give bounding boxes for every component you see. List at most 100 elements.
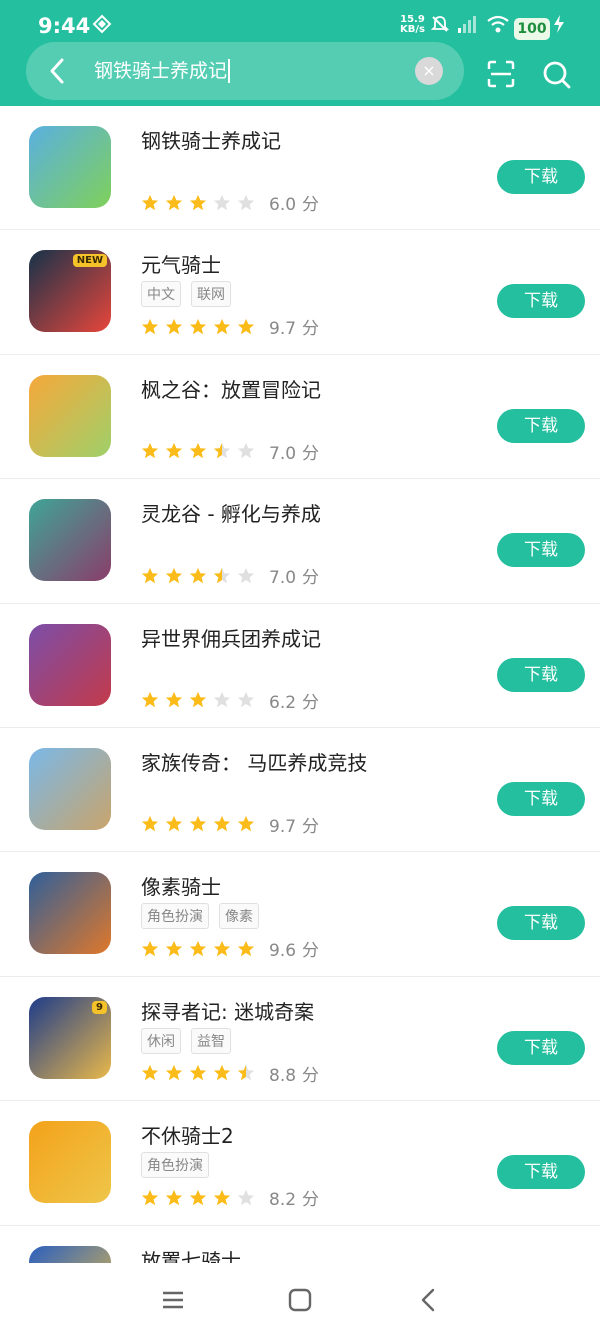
score-unit: 分 [302,319,320,340]
star-icon [213,940,231,957]
star-icon [141,443,159,459]
app-name[interactable]: 像素骑士 [141,871,221,900]
star-icon [141,318,159,335]
star-icon [189,940,207,957]
search-input[interactable]: 钢铁骑士养成记 [94,59,231,83]
star-half-icon [213,567,231,583]
app-row[interactable]: 枫之谷：放置冒险记 7.0 分 下载 [0,355,600,480]
app-score: 9.7 分 [269,812,319,837]
app-name[interactable]: 钢铁骑士养成记 [141,125,281,154]
app-row[interactable]: 异世界佣兵团养成记 6.2 分 下载 [0,604,600,728]
app-icon[interactable] [29,872,111,955]
app-score: 9.7 分 [269,314,319,339]
app-name[interactable]: 放置七骑士 [141,1245,241,1263]
star-icon [165,816,183,832]
star-icon [213,1065,231,1081]
status-time: 9:44 [38,14,91,38]
app-icon[interactable]: 9 [29,996,111,1079]
star-icon [189,691,207,708]
menu-icon[interactable] [160,1287,186,1313]
app-score: 8.8 分 [269,1061,319,1086]
score-unit: 分 [302,1190,320,1211]
clear-icon[interactable]: × [415,57,443,85]
back-icon[interactable] [44,56,72,86]
score-value: 6.0 [269,195,297,215]
star-icon [165,194,183,210]
download-button[interactable]: 下载 [497,657,585,692]
app-row[interactable]: 不休骑士2 角色扮演 8.2 分 下载 [0,1101,600,1226]
app-name[interactable]: 灵龙谷 - 孵化与养成 [141,498,321,527]
app-row[interactable]: 9 探寻者记: 迷城奇案 休闲 益智 8.8 分 下载 [0,977,600,1102]
battery-level: 100 [514,18,550,40]
download-button[interactable]: 下载 [497,284,585,319]
app-icon[interactable] [29,126,111,208]
app-icon[interactable] [29,623,111,706]
app-tag: 中文 [141,281,181,308]
app-icon[interactable] [29,1245,111,1263]
star-empty-icon [237,443,255,459]
score-unit: 分 [302,568,320,589]
app-icon[interactable] [29,499,111,582]
score-unit: 分 [302,195,320,215]
app-row[interactable]: 灵龙谷 - 孵化与养成 7.0 分 下载 [0,479,600,604]
star-icon [213,816,231,832]
star-half-icon [237,1065,255,1081]
search-results-list: 钢铁骑士养成记 6.0 分下载 NEW 元气骑士 中文 联网 9.7 分下载 枫之谷：放置冒险记 7… [0,106,600,1263]
app-icon[interactable]: NEW [29,250,111,333]
app-name[interactable]: 异世界佣兵团养成记 [141,623,321,652]
download-button[interactable]: 下载 [497,408,585,443]
score-unit: 分 [302,443,320,464]
star-icon [189,318,207,335]
scan-icon[interactable] [487,60,515,88]
status-bar: 9:44 15.9 KB/s 100 [0,0,600,42]
nav-back-icon[interactable] [416,1287,442,1313]
star-icon [189,1065,207,1081]
score-value: 9.6 [269,941,297,962]
download-button[interactable]: 下载 [497,906,585,941]
score-unit: 分 [302,692,320,713]
star-icon [165,318,183,335]
top-bar: 9:44 15.9 KB/s 100 钢铁骑士养成记 × [0,0,600,106]
app-tag: 像素 [219,903,259,930]
app-tag: 益智 [191,1027,231,1054]
app-rating: 8.8 分 [141,1061,319,1086]
app-score: 9.6 分 [269,936,319,961]
app-icon[interactable] [29,1121,111,1204]
score-value: 7.0 [269,568,297,589]
app-name[interactable]: 家族传奇： 马匹养成竞技 [141,747,367,776]
app-tag: 休闲 [141,1027,181,1054]
home-icon[interactable] [287,1287,313,1313]
download-button[interactable]: 下载 [497,781,585,816]
app-icon-badge: NEW [72,254,107,268]
star-empty-icon [237,691,255,708]
download-button[interactable]: 下载 [497,1155,585,1190]
search-box[interactable]: 钢铁骑士养成记 × [26,42,464,100]
app-icon[interactable] [29,747,111,830]
app-icon-badge: 9 [92,1000,107,1014]
score-value: 8.2 [269,1190,297,1211]
app-row[interactable]: 家族传奇： 马匹养成竞技 9.7 分 下载 [0,728,600,853]
star-icon [165,443,183,459]
star-icon [189,1189,207,1205]
search-icon[interactable] [542,60,572,90]
app-tags: 角色扮演 [141,1152,219,1179]
star-half-icon [213,443,231,459]
app-score: 8.2 分 [269,1185,319,1210]
app-row[interactable]: NEW 元气骑士中文 联网 9.7 分 下载 [0,230,600,355]
star-empty-icon [213,194,231,210]
app-tags: 中文 联网 [141,281,241,308]
app-name[interactable]: 元气骑士 [141,249,221,278]
app-row[interactable]: 像素骑士角色扮演 像素 9.6 分 下载 [0,852,600,977]
app-tag: 角色扮演 [141,903,209,930]
app-row[interactable]: 放置七骑士 [0,1226,600,1263]
star-icon [189,816,207,832]
app-name[interactable]: 枫之谷：放置冒险记 [141,374,321,403]
download-button[interactable]: 下载 [497,533,585,568]
app-row[interactable]: 钢铁骑士养成记 6.0 分 下载 [0,106,600,231]
download-button[interactable]: 下载 [497,160,585,194]
app-icon[interactable] [29,374,111,457]
star-icon [189,567,207,583]
app-name[interactable]: 探寻者记: 迷城奇案 [141,996,314,1025]
app-name[interactable]: 不休骑士2 [141,1120,234,1149]
download-button[interactable]: 下载 [497,1030,585,1065]
